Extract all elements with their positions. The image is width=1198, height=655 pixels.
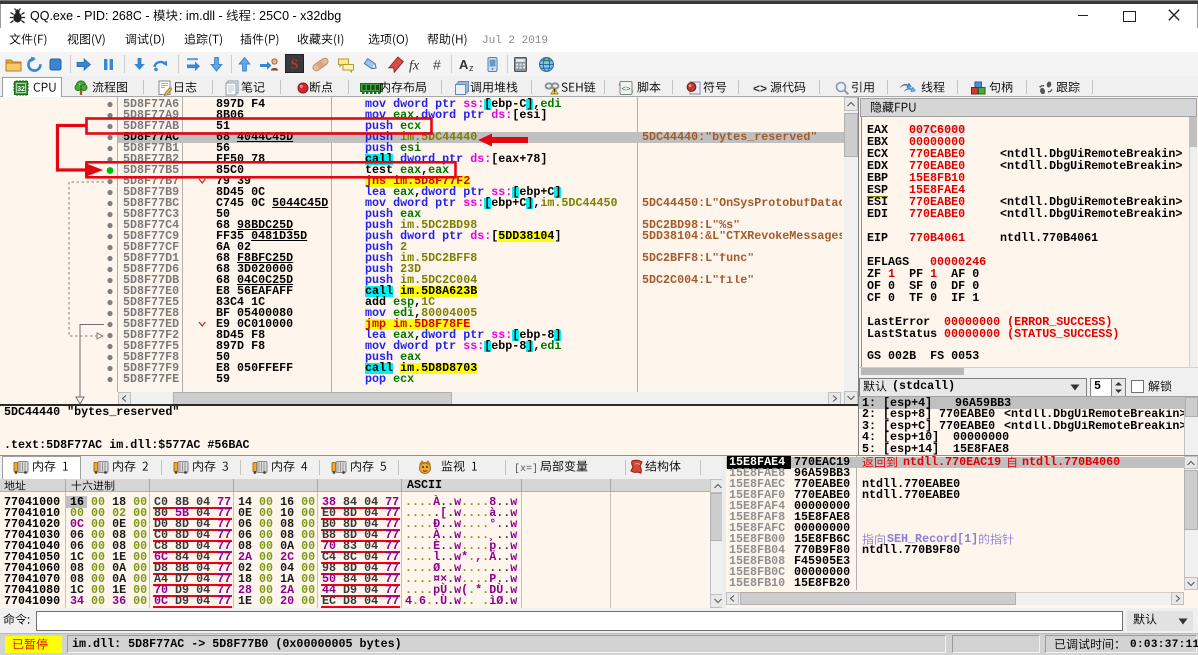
svg-text:<>: <> [753, 82, 767, 96]
svg-text:S: S [291, 58, 299, 73]
svg-text:fx: fx [409, 59, 420, 74]
svg-text:!: ! [554, 90, 556, 96]
svg-text:#: # [433, 57, 441, 73]
svg-text:z: z [469, 63, 474, 73]
svg-text:[x=]: [x=] [514, 463, 536, 475]
svg-text:<>: <> [621, 86, 631, 94]
svg-text:A: A [459, 57, 469, 72]
svg-text:32: 32 [17, 86, 25, 93]
